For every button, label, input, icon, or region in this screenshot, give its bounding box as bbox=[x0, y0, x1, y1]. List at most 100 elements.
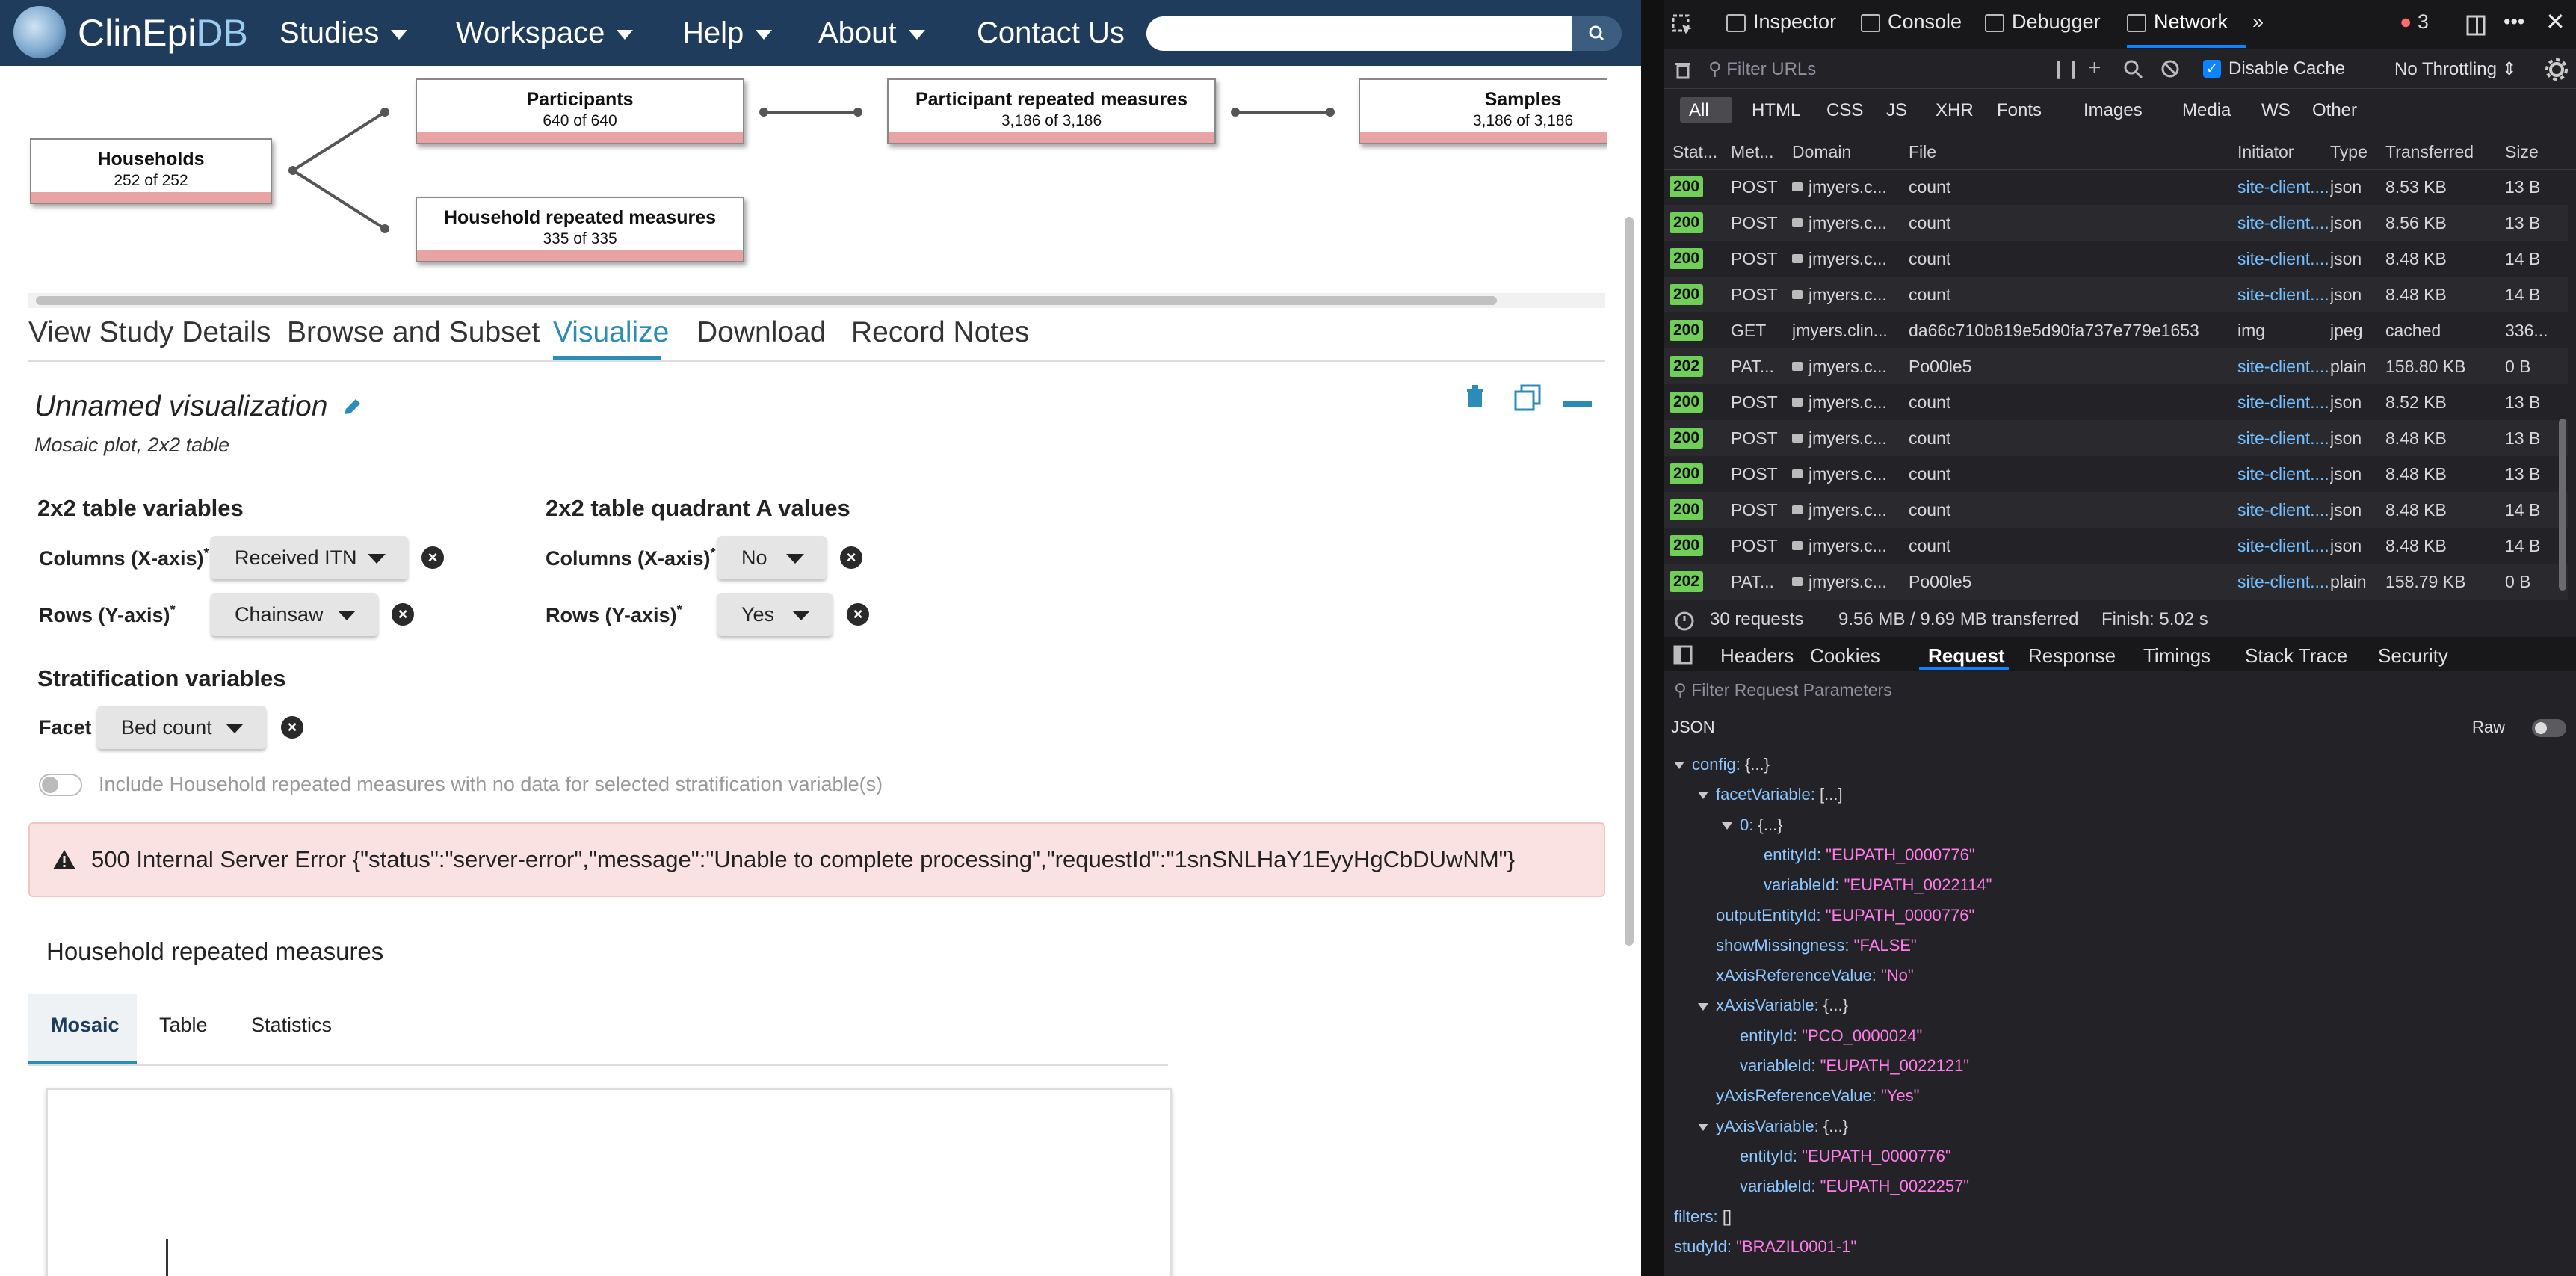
request-row[interactable]: 200 POST jmyers.c... count site-client.... js… bbox=[1664, 205, 2568, 241]
column-method[interactable]: Met... bbox=[1731, 142, 1774, 162]
filter-fonts[interactable]: Fonts bbox=[1997, 100, 2042, 121]
request-row[interactable]: 200 POST jmyers.c... count site-client.... js… bbox=[1664, 169, 2568, 205]
tab-debugger[interactable]: Debugger bbox=[1985, 10, 2101, 34]
trash-icon[interactable] bbox=[1672, 58, 1693, 81]
column-transferred[interactable]: Transferred bbox=[2385, 142, 2474, 162]
tab-statistics[interactable]: Statistics bbox=[251, 1014, 332, 1037]
nav-about[interactable]: About bbox=[818, 15, 925, 51]
site-logo-text[interactable]: ClinEpiDB bbox=[78, 10, 248, 55]
tab-headers[interactable]: Headers bbox=[1720, 644, 1794, 668]
request-row[interactable]: 200 POST jmyers.c... count site-client.... js… bbox=[1664, 277, 2568, 312]
nav-help[interactable]: Help bbox=[682, 15, 773, 51]
overflow-menu-icon[interactable]: ••• bbox=[2504, 10, 2524, 34]
json-node[interactable]: yAxisVariable: {...} bbox=[1698, 1115, 1848, 1138]
filter-params-input[interactable]: ⚲ Filter Request Parameters bbox=[1674, 680, 1892, 700]
nav-workspace[interactable]: Workspace bbox=[456, 15, 634, 51]
trash-icon[interactable] bbox=[1463, 383, 1487, 410]
expand-triangle-icon[interactable] bbox=[1698, 1002, 1708, 1011]
diagram-horizontal-scrollbar[interactable] bbox=[28, 293, 1605, 308]
json-node[interactable]: config: {...} bbox=[1674, 753, 1770, 776]
throttling-select[interactable]: No Throttling ⇕ bbox=[2394, 58, 2517, 80]
block-icon[interactable] bbox=[2160, 58, 2182, 81]
tab-record-notes[interactable]: Record Notes bbox=[851, 315, 1029, 350]
request-row[interactable]: 202 PAT... jmyers.c... Po00le5 site-client..… bbox=[1664, 348, 2568, 384]
tab-inspector[interactable]: Inspector bbox=[1726, 10, 1836, 34]
entity-node-samples[interactable]: Samples 3,186 of 3,186 bbox=[1359, 78, 1641, 144]
tab-timings[interactable]: Timings bbox=[2143, 644, 2211, 668]
pause-icon[interactable]: ❙❙ bbox=[2051, 58, 2081, 80]
quadrant-rows-select[interactable]: Yes bbox=[717, 593, 833, 636]
entity-node-participants[interactable]: Participants 640 of 640 bbox=[416, 78, 744, 144]
filter-other[interactable]: Other bbox=[2312, 100, 2357, 121]
request-row[interactable]: 200 POST jmyers.c... count site-client.... js… bbox=[1664, 420, 2568, 456]
json-node[interactable]: xAxisVariable: {...} bbox=[1698, 994, 1848, 1017]
minimize-icon[interactable] bbox=[1563, 401, 1592, 407]
tab-view-study-details[interactable]: View Study Details bbox=[28, 315, 271, 350]
filter-images[interactable]: Images bbox=[2084, 100, 2143, 121]
columns-variable-select[interactable]: Received ITN bbox=[211, 536, 408, 579]
site-search-input[interactable] bbox=[1146, 16, 1572, 51]
dock-side-icon[interactable] bbox=[2465, 13, 2489, 37]
tab-network[interactable]: Network bbox=[2127, 10, 2228, 34]
filter-all[interactable]: All bbox=[1689, 100, 1709, 121]
column-file[interactable]: File bbox=[1909, 142, 1936, 162]
search-button[interactable] bbox=[1572, 16, 1622, 51]
expand-triangle-icon[interactable] bbox=[1722, 822, 1732, 830]
expand-triangle-icon[interactable] bbox=[1698, 792, 1708, 800]
disable-cache-checkbox[interactable]: ✓ bbox=[2203, 60, 2221, 78]
clear-rows-icon[interactable]: × bbox=[392, 603, 414, 626]
json-node[interactable]: facetVariable: [...] bbox=[1698, 783, 1843, 806]
edit-pencil-icon[interactable] bbox=[341, 396, 363, 419]
tab-mosaic[interactable]: Mosaic bbox=[28, 994, 137, 1064]
request-row[interactable]: 200 POST jmyers.c... count site-client.... js… bbox=[1664, 528, 2568, 564]
scrollbar-thumb[interactable] bbox=[36, 296, 1497, 305]
devtools-splitter[interactable] bbox=[1641, 0, 1664, 1276]
clear-quadrant-columns-icon[interactable]: × bbox=[840, 546, 862, 569]
tab-stack-trace[interactable]: Stack Trace bbox=[2245, 644, 2347, 668]
copy-icon[interactable] bbox=[1513, 383, 1542, 413]
tab-visualize[interactable]: Visualize bbox=[553, 315, 669, 350]
request-row[interactable]: 200 GET jmyers.clin... da66c710b819e5d90fa7… bbox=[1664, 312, 2568, 348]
entity-node-households[interactable]: Households 252 of 252 bbox=[30, 138, 272, 204]
tab-download[interactable]: Download bbox=[696, 315, 826, 350]
entity-node-participant-repeated-measures[interactable]: Participant repeated measures 3,186 of 3… bbox=[887, 78, 1216, 144]
filter-media[interactable]: Media bbox=[2182, 100, 2231, 121]
search-icon[interactable] bbox=[2122, 58, 2145, 81]
tab-browse-and-subset[interactable]: Browse and Subset bbox=[287, 315, 540, 350]
json-node[interactable]: 0: {...} bbox=[1722, 814, 1783, 836]
request-row[interactable]: 200 POST jmyers.c... count site-client.... js… bbox=[1664, 492, 2568, 528]
add-filter-icon[interactable]: + bbox=[2088, 55, 2101, 81]
page-vertical-scrollbar[interactable] bbox=[1625, 217, 1634, 946]
tab-security[interactable]: Security bbox=[2378, 644, 2448, 668]
column-initiator[interactable]: Initiator bbox=[2237, 142, 2294, 162]
tab-table[interactable]: Table bbox=[159, 1014, 208, 1037]
tab-console[interactable]: Console bbox=[1861, 10, 1962, 34]
filter-html[interactable]: HTML bbox=[1752, 100, 1800, 121]
expand-triangle-icon[interactable] bbox=[1698, 1123, 1708, 1131]
clear-quadrant-rows-icon[interactable]: × bbox=[847, 603, 869, 626]
filter-xhr[interactable]: XHR bbox=[1936, 100, 1974, 121]
error-count-badge[interactable]: ● 3 bbox=[2400, 10, 2429, 34]
column-size[interactable]: Size bbox=[2505, 142, 2539, 162]
element-picker-icon[interactable] bbox=[1671, 13, 1695, 37]
request-list-scrollbar[interactable] bbox=[2559, 419, 2566, 591]
request-row[interactable]: 202 PAT... jmyers.c... Po00le5 site-client..… bbox=[1664, 564, 2568, 600]
filter-ws[interactable]: WS bbox=[2261, 100, 2291, 121]
raw-toggle[interactable] bbox=[2532, 719, 2566, 737]
toggle-sidebar-icon[interactable] bbox=[1672, 644, 1693, 665]
tab-request[interactable]: Request bbox=[1928, 644, 2005, 668]
clear-facet-icon[interactable]: × bbox=[281, 716, 303, 739]
more-tools-icon[interactable]: » bbox=[2252, 10, 2264, 34]
rows-variable-select[interactable]: Chainsaw bbox=[211, 593, 378, 636]
nav-studies[interactable]: Studies bbox=[279, 15, 408, 51]
expand-triangle-icon[interactable] bbox=[1674, 762, 1684, 770]
column-status[interactable]: Stat... bbox=[1672, 142, 1717, 162]
column-type[interactable]: Type bbox=[2330, 142, 2367, 162]
column-domain[interactable]: Domain bbox=[1792, 142, 1851, 162]
facet-variable-select[interactable]: Bed count bbox=[97, 706, 266, 749]
gear-icon[interactable] bbox=[2544, 57, 2569, 82]
request-row[interactable]: 200 POST jmyers.c... count site-client.... js… bbox=[1664, 384, 2568, 420]
filter-urls-input[interactable]: ⚲ Filter URLs bbox=[1708, 58, 1816, 80]
close-devtools-icon[interactable]: ✕ bbox=[2545, 7, 2566, 36]
filter-css[interactable]: CSS bbox=[1826, 100, 1863, 121]
